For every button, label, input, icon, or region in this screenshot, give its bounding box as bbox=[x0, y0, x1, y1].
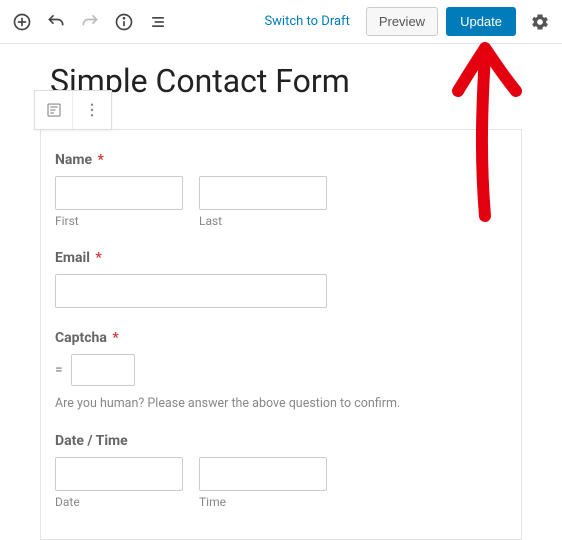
field-name: Name * First Last bbox=[55, 152, 507, 228]
email-input[interactable] bbox=[55, 274, 327, 308]
name-label-text: Name bbox=[55, 152, 92, 168]
first-name-sublabel: First bbox=[55, 214, 183, 228]
more-options-icon[interactable] bbox=[73, 91, 111, 129]
captcha-equals: = bbox=[55, 362, 63, 378]
captcha-label: Captcha * bbox=[55, 330, 507, 346]
last-name-sublabel: Last bbox=[199, 214, 327, 228]
email-label-text: Email bbox=[55, 250, 90, 266]
field-captcha: Captcha * = Are you human? Please answer… bbox=[55, 330, 507, 411]
name-label: Name * bbox=[55, 152, 507, 168]
captcha-label-text: Captcha bbox=[55, 330, 107, 346]
form-block[interactable]: Name * First Last Email * bbox=[40, 129, 522, 540]
required-mark: * bbox=[98, 152, 104, 168]
info-icon[interactable] bbox=[108, 6, 140, 38]
required-mark: * bbox=[95, 250, 101, 266]
update-button[interactable]: Update bbox=[446, 7, 516, 36]
time-input[interactable] bbox=[199, 457, 327, 491]
datetime-label: Date / Time bbox=[55, 433, 507, 449]
captcha-hint: Are you human? Please answer the above q… bbox=[55, 396, 507, 411]
settings-icon[interactable] bbox=[524, 6, 556, 38]
outline-icon[interactable] bbox=[142, 6, 174, 38]
field-datetime: Date / Time Date Time bbox=[55, 433, 507, 509]
time-sublabel: Time bbox=[199, 495, 327, 509]
email-label: Email * bbox=[55, 250, 507, 266]
required-mark: * bbox=[112, 330, 118, 346]
first-name-input[interactable] bbox=[55, 176, 183, 210]
page-title[interactable]: Simple Contact Form bbox=[50, 62, 522, 100]
date-input[interactable] bbox=[55, 457, 183, 491]
last-name-input[interactable] bbox=[199, 176, 327, 210]
redo-icon[interactable] bbox=[74, 6, 106, 38]
preview-button[interactable]: Preview bbox=[366, 7, 438, 36]
captcha-input[interactable] bbox=[71, 354, 135, 386]
editor-content: Simple Contact Form Name * First Last bbox=[0, 44, 562, 540]
field-email: Email * bbox=[55, 250, 507, 308]
undo-icon[interactable] bbox=[40, 6, 72, 38]
date-sublabel: Date bbox=[55, 495, 183, 509]
form-block-icon[interactable] bbox=[35, 91, 73, 129]
editor-topbar: Switch to Draft Preview Update bbox=[0, 0, 562, 44]
add-block-icon[interactable] bbox=[6, 6, 38, 38]
switch-to-draft-button[interactable]: Switch to Draft bbox=[254, 8, 359, 35]
block-toolbar bbox=[34, 90, 112, 130]
datetime-label-text: Date / Time bbox=[55, 433, 128, 449]
